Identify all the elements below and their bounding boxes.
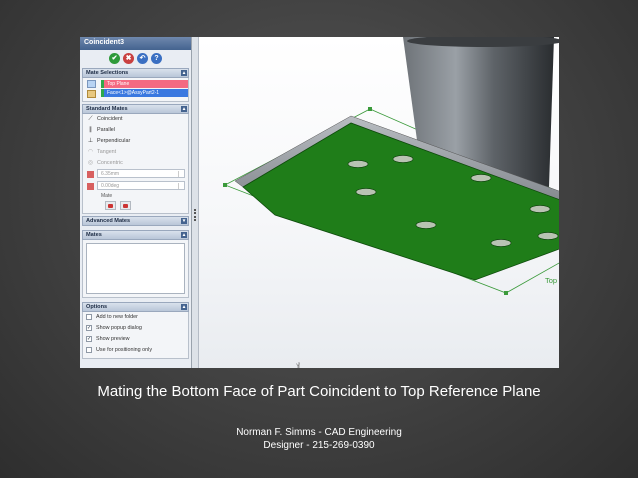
mate-concentric[interactable]: ◎ Concentric [83,158,188,169]
options-header[interactable]: Options ▴ [82,302,189,312]
angle-input[interactable]: 0.00deg [97,181,185,190]
property-manager-panel: Coincident3 ✔ ✖ ↶ ? Mate Selections ▴ To… [80,37,192,368]
selection-item-top-plane[interactable]: Top Plane [101,80,188,88]
distance-icon [87,171,94,178]
perpendicular-icon: ⊥ [87,138,94,144]
screenshot: Coincident3 ✔ ✖ ↶ ? Mate Selections ▴ To… [80,37,559,368]
standard-mates-title: Standard Mates [86,106,128,112]
checkbox-checked[interactable]: ✓ [86,336,92,342]
alignment-buttons [83,200,188,213]
slide-caption: Mating the Bottom Face of Part Coinciden… [97,383,541,400]
options-box: Add to new folder ✓ Show popup dialog ✓ Sh… [82,312,189,359]
splitter-grip-icon[interactable] [194,209,197,221]
undo-button[interactable]: ↶ [137,52,148,64]
top-plane-label: Top Plane [545,276,559,285]
angle-icon [87,183,94,190]
mate-selections-header[interactable]: Mate Selections ▴ [82,68,189,78]
advanced-mates-title: Advanced Mates [86,218,131,224]
hole-icon [347,160,369,168]
options-title: Options [86,304,108,310]
mate-perpendicular-label: Perpendicular [97,138,131,144]
cancel-button[interactable]: ✖ [123,52,134,64]
anti-aligned-button[interactable] [120,201,131,210]
option-label: Use for positioning only [96,347,153,353]
checkbox-checked[interactable]: ✓ [86,325,92,331]
mate-tangent-label: Tangent [97,149,117,155]
hole-icon [490,239,512,247]
view-triad-icon: Y [296,362,300,368]
credit-line-1: Norman F. Simms - CAD Engineering [236,427,402,438]
distance-row: 6.35mm [83,169,188,181]
collapse-icon[interactable]: ▴ [181,70,187,76]
concentric-icon: ◎ [87,160,94,166]
model-view[interactable]: Top Plane Y [199,37,559,368]
hole-icon [537,232,559,240]
mates-list[interactable] [86,243,185,294]
advanced-mates-header[interactable]: Advanced Mates ▾ [82,216,189,226]
hole-icon [529,205,551,213]
mate-coincident-label: Coincident [97,116,123,122]
standard-mates-header[interactable]: Standard Mates ▴ [82,104,189,114]
hole-icon [415,221,437,229]
triad-axis-label: Y [296,364,300,368]
collapse-icon[interactable]: ▴ [181,106,187,112]
collapse-icon[interactable]: ▴ [181,304,187,310]
mate-perpendicular[interactable]: ⊥ Perpendicular [83,136,188,147]
option-label: Add to new folder [96,314,138,320]
angle-row: 0.00deg [83,181,188,193]
tangent-icon: ◠ [87,149,94,155]
hole-icon [355,188,377,196]
mate-selections-title: Mate Selections [86,70,129,76]
panel-splitter[interactable] [192,37,199,368]
collapse-icon[interactable]: ▴ [181,232,187,238]
option-use-for-positioning-only[interactable]: Use for positioning only [83,345,188,356]
selection-icon [87,80,96,88]
mate-reference-icon [87,90,96,98]
credit-line-2: Designer - 215-269-0390 [263,440,375,451]
hole-icon [392,155,414,163]
checkbox[interactable] [86,314,92,320]
mate-concentric-label: Concentric [97,160,123,166]
checkbox[interactable] [86,347,92,353]
mates-header[interactable]: Mates ▴ [82,230,189,240]
parallel-icon: ∥ [89,127,92,133]
action-buttons: ✔ ✖ ↶ ? [80,50,191,66]
option-show-popup-dialog[interactable]: ✓ Show popup dialog [83,323,188,334]
option-label: Show popup dialog [96,325,142,331]
mate-parallel-label: Parallel [97,127,115,133]
mate-coincident[interactable]: ⟋ Coincident [83,114,188,125]
option-add-to-new-folder[interactable]: Add to new folder [83,312,188,323]
hole-icon [470,174,492,182]
option-label: Show preview [96,336,130,342]
option-show-preview[interactable]: ✓ Show preview [83,334,188,345]
ok-button[interactable]: ✔ [109,52,120,64]
mates-box [82,240,189,298]
standard-mates-box: ⟋ Coincident ∥ Parallel ⊥ Perpendicular ◠ Ta… [82,114,189,214]
help-button[interactable]: ? [151,52,162,64]
mate-parallel[interactable]: ∥ Parallel [83,125,188,136]
property-manager-title: Coincident3 [80,37,191,50]
mate-selections-list[interactable]: Top Plane Face<1>@AssyPart2-1 [82,78,189,102]
alignment-label: Mate [101,193,113,199]
mate-tangent[interactable]: ◠ Tangent [83,147,188,158]
aligned-button[interactable] [105,201,116,210]
selection-item-face[interactable]: Face<1>@AssyPart2-1 [101,89,188,97]
graphics-area[interactable]: Top Plane Y [199,37,559,368]
expand-icon[interactable]: ▾ [181,218,187,224]
distance-input[interactable]: 6.35mm [97,169,185,178]
mates-title: Mates [86,232,102,238]
coincident-icon: ⟋ [88,116,93,122]
